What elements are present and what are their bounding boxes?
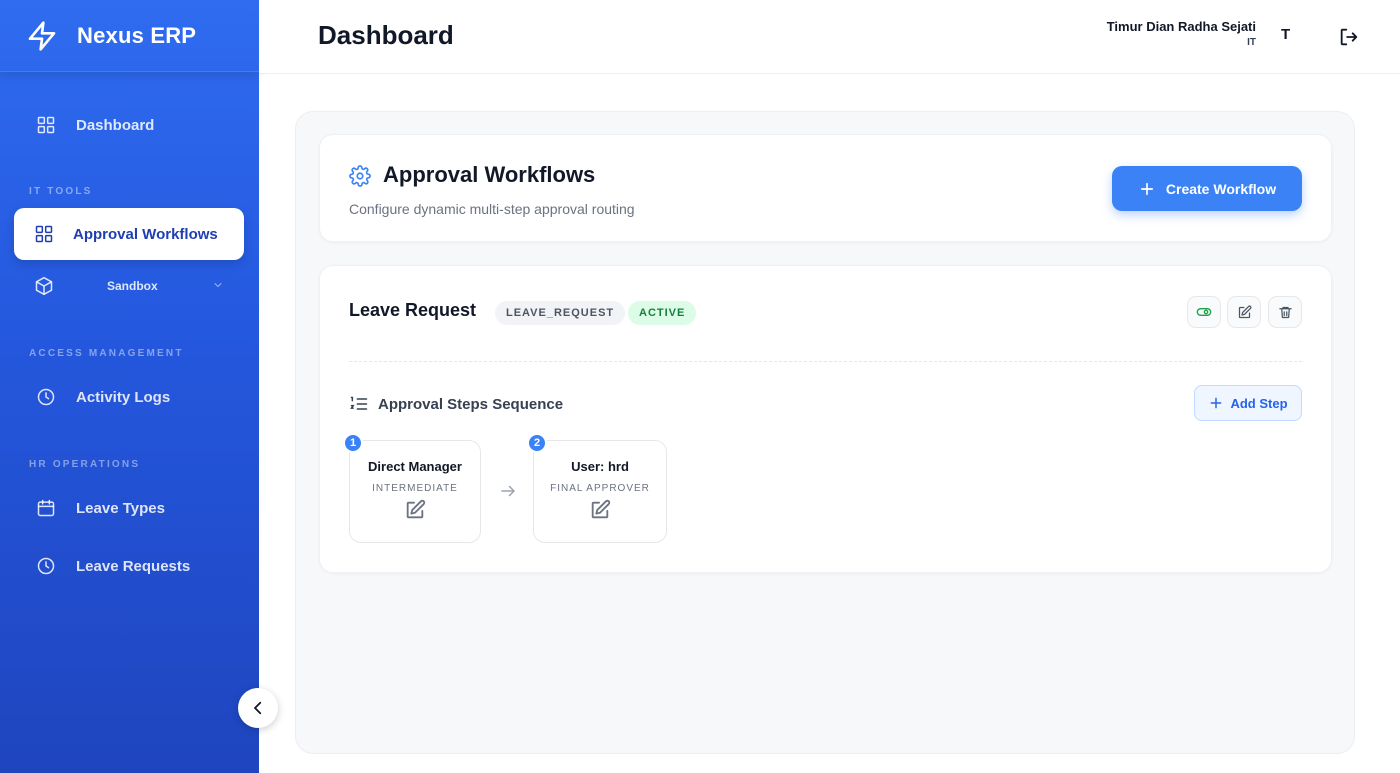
step-type: FINAL APPROVER bbox=[550, 483, 650, 494]
sidebar-item-dashboard[interactable]: Dashboard bbox=[14, 99, 244, 151]
workflow-code-badge: LEAVE_REQUEST bbox=[495, 301, 626, 325]
toggle-icon bbox=[1196, 308, 1212, 316]
edit-icon[interactable] bbox=[404, 499, 426, 521]
section-subtitle: Configure dynamic multi-step approval ro… bbox=[349, 201, 635, 217]
section-title: Approval Workflows bbox=[383, 162, 596, 187]
ordered-list-icon bbox=[350, 396, 368, 410]
brand-name: Nexus ERP bbox=[77, 22, 197, 48]
step-title: User: hrd bbox=[571, 459, 629, 474]
steps-heading: Approval Steps Sequence bbox=[349, 394, 563, 414]
workflow-name: Leave Request bbox=[349, 300, 477, 320]
step-card[interactable]: 1 Direct Manager INTERMEDIATE bbox=[343, 433, 481, 543]
sidebar-item-label: Approval Workflows bbox=[73, 225, 218, 243]
page-title: Dashboard bbox=[318, 20, 454, 50]
step-number-badge: 2 bbox=[527, 433, 547, 453]
sidebar-item-leave-types[interactable]: Leave Types bbox=[14, 482, 244, 534]
trash-icon bbox=[1278, 306, 1292, 318]
calendar-icon bbox=[37, 499, 55, 517]
sidebar-item-approval-workflows[interactable]: Approval Workflows bbox=[14, 208, 244, 260]
sidebar-item-label: Leave Types bbox=[76, 499, 165, 517]
divider bbox=[349, 361, 1302, 362]
add-step-button[interactable]: Add Step bbox=[1194, 385, 1302, 421]
workflow-card: Leave Request LEAVE_REQUEST ACTIVE Appro… bbox=[319, 265, 1332, 573]
create-workflow-button[interactable]: Create Workflow bbox=[1112, 166, 1302, 211]
sidebar-item-activity-logs[interactable]: Activity Logs bbox=[14, 371, 244, 423]
step-number-badge: 1 bbox=[343, 433, 363, 453]
page-header-card: Approval Workflows Configure dynamic mul… bbox=[319, 134, 1332, 242]
plus-icon bbox=[1211, 397, 1222, 409]
step-card[interactable]: 2 User: hrd FINAL APPROVER bbox=[527, 433, 667, 543]
user-info: Timur Dian Radha Sejati IT bbox=[1107, 19, 1256, 48]
delete-workflow-button[interactable] bbox=[1268, 296, 1302, 328]
section-label-access-management: ACCESS MANAGEMENT bbox=[29, 348, 184, 359]
collapse-sidebar-button[interactable] bbox=[238, 688, 278, 728]
clock-icon bbox=[37, 388, 55, 406]
plus-icon bbox=[1140, 182, 1153, 195]
sidebar-item-label: Sandbox bbox=[107, 279, 158, 293]
step-type: INTERMEDIATE bbox=[372, 483, 458, 494]
sidebar-item-label: Activity Logs bbox=[76, 388, 171, 406]
add-step-label: Add Step bbox=[1230, 395, 1288, 411]
edit-icon bbox=[1238, 305, 1251, 318]
grid-icon bbox=[37, 116, 55, 134]
toggle-status-button[interactable] bbox=[1187, 296, 1221, 328]
main-content: Approval Workflows Configure dynamic mul… bbox=[295, 111, 1355, 754]
avatar[interactable]: T bbox=[1281, 26, 1290, 43]
sidebar-item-label: Dashboard bbox=[76, 116, 155, 134]
grid-icon bbox=[35, 225, 53, 243]
sidebar-item-sandbox[interactable]: Sandbox bbox=[14, 268, 244, 304]
sidebar: Nexus ERP Dashboard IT TOOLS Approval Wo… bbox=[0, 0, 259, 773]
topbar: Dashboard Timur Dian Radha Sejati IT T bbox=[259, 0, 1400, 74]
step-title: Direct Manager bbox=[368, 459, 462, 474]
chevron-left-icon bbox=[254, 701, 262, 715]
brand[interactable]: Nexus ERP bbox=[0, 0, 259, 72]
section-label-it-tools: IT TOOLS bbox=[29, 186, 93, 197]
sidebar-item-label: Leave Requests bbox=[76, 557, 191, 575]
status-badge: ACTIVE bbox=[628, 301, 697, 325]
edit-icon[interactable] bbox=[589, 499, 611, 521]
chevron-down-icon[interactable] bbox=[212, 279, 224, 291]
logout-icon[interactable] bbox=[1338, 26, 1360, 48]
user-name: Timur Dian Radha Sejati bbox=[1106, 19, 1256, 34]
create-workflow-label: Create Workflow bbox=[1165, 180, 1277, 197]
clock-icon bbox=[37, 557, 55, 575]
steps-heading-label: Approval Steps Sequence bbox=[378, 395, 564, 413]
edit-workflow-button[interactable] bbox=[1227, 296, 1261, 328]
section-label-hr-operations: HR OPERATIONS bbox=[29, 459, 141, 470]
arrow-right-icon bbox=[501, 485, 515, 497]
lightning-icon bbox=[28, 20, 56, 51]
user-role: IT bbox=[1247, 37, 1256, 48]
sidebar-item-leave-requests[interactable]: Leave Requests bbox=[14, 540, 244, 592]
gear-icon bbox=[349, 165, 371, 187]
cube-icon bbox=[35, 276, 53, 296]
